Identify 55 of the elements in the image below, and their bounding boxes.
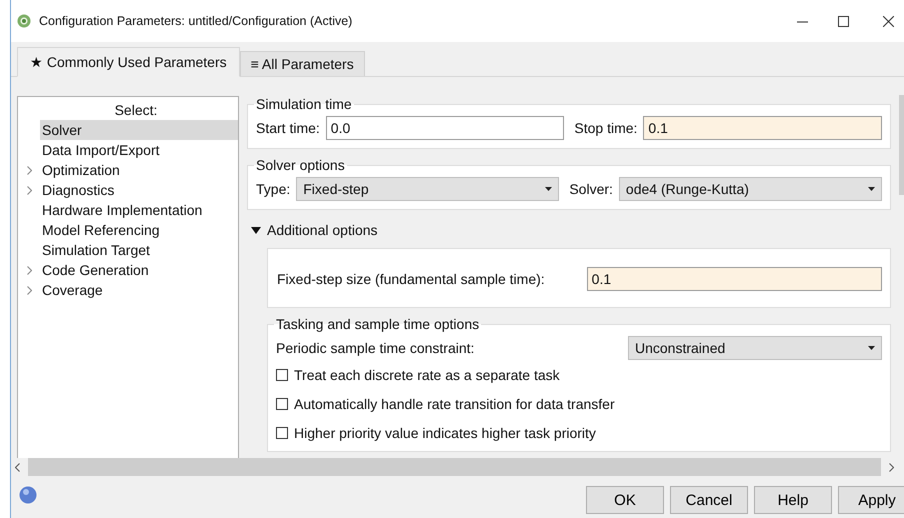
maximize-icon[interactable]	[838, 16, 849, 26]
input-field[interactable]: 0.0	[326, 116, 564, 140]
checkbox-label: Automatically handle rate transition for data transfer	[294, 396, 615, 412]
sidebar-item[interactable]: Coverage	[40, 280, 238, 300]
sidebar-item[interactable]: Solver	[40, 120, 238, 140]
sidebar-item[interactable]: Data Import/Export	[40, 140, 238, 160]
expand-triangle-icon[interactable]	[251, 226, 261, 234]
field-label: Stop time:	[574, 120, 638, 136]
dropdown[interactable]: Unconstrained	[628, 336, 882, 360]
window-title: Configuration Parameters: untitled/Configuration (Active)	[39, 14, 354, 28]
horizontal-scrollbar[interactable]	[28, 458, 881, 476]
app-icon	[17, 14, 31, 28]
chevron-icon[interactable]	[26, 166, 32, 174]
field-label: Solver:	[569, 181, 613, 197]
chevron-icon[interactable]	[26, 286, 32, 294]
dialog-button[interactable]: OK	[586, 486, 664, 514]
vertical-scrollbar[interactable]	[899, 95, 904, 195]
group-title: Simulation time	[255, 96, 353, 112]
checkbox[interactable]	[276, 368, 288, 380]
section-title: Additional options	[267, 222, 378, 238]
field-label: Fixed-step size (fundamental sample time):	[277, 271, 545, 287]
checkbox-label: Higher priority value indicates higher task priority	[294, 424, 596, 440]
scroll-left-icon[interactable]	[15, 462, 20, 472]
tab[interactable]: ≡ All Parameters	[240, 51, 365, 76]
caret-icon	[545, 187, 552, 191]
input-field[interactable]: 0.1	[586, 267, 882, 291]
help-icon[interactable]	[19, 486, 37, 504]
caret-icon	[868, 346, 875, 350]
dialog-button[interactable]: Apply	[838, 486, 904, 514]
close-icon[interactable]	[883, 16, 894, 26]
input-field[interactable]: 0.1	[643, 116, 882, 140]
chevron-icon[interactable]	[26, 266, 32, 274]
field-label: Start time:	[256, 120, 320, 136]
sidebar-item[interactable]: Optimization	[40, 160, 238, 180]
sidebar-item[interactable]: Diagnostics	[40, 180, 238, 200]
scroll-right-icon[interactable]	[889, 462, 894, 472]
dropdown[interactable]: ode4 (Runge-Kutta)	[618, 177, 882, 201]
sidebar-item[interactable]: Model Referencing	[40, 220, 238, 240]
checkbox[interactable]	[276, 426, 288, 438]
chevron-icon[interactable]	[26, 186, 32, 194]
dialog-button[interactable]: Help	[754, 486, 832, 514]
sidebar-item[interactable]: Simulation Target	[40, 240, 238, 260]
checkbox-label: Treat each discrete rate as a separate task	[294, 366, 560, 382]
tab[interactable]: ★ Commonly Used Parameters	[17, 47, 240, 77]
sidebar-item[interactable]: Code Generation	[40, 260, 238, 280]
sidebar-heading: Select:	[114, 101, 158, 120]
dialog-button[interactable]: Cancel	[670, 486, 748, 514]
group-title: Tasking and sample time options	[275, 316, 480, 332]
sidebar-item[interactable]: Hardware Implementation	[40, 200, 238, 220]
group-title: Solver options	[255, 157, 346, 173]
checkbox[interactable]	[276, 398, 288, 410]
field-label: Type:	[256, 181, 290, 197]
dropdown[interactable]: Fixed-step	[296, 177, 560, 201]
caret-icon	[868, 187, 876, 191]
field-label: Periodic sample time constraint:	[276, 340, 476, 356]
